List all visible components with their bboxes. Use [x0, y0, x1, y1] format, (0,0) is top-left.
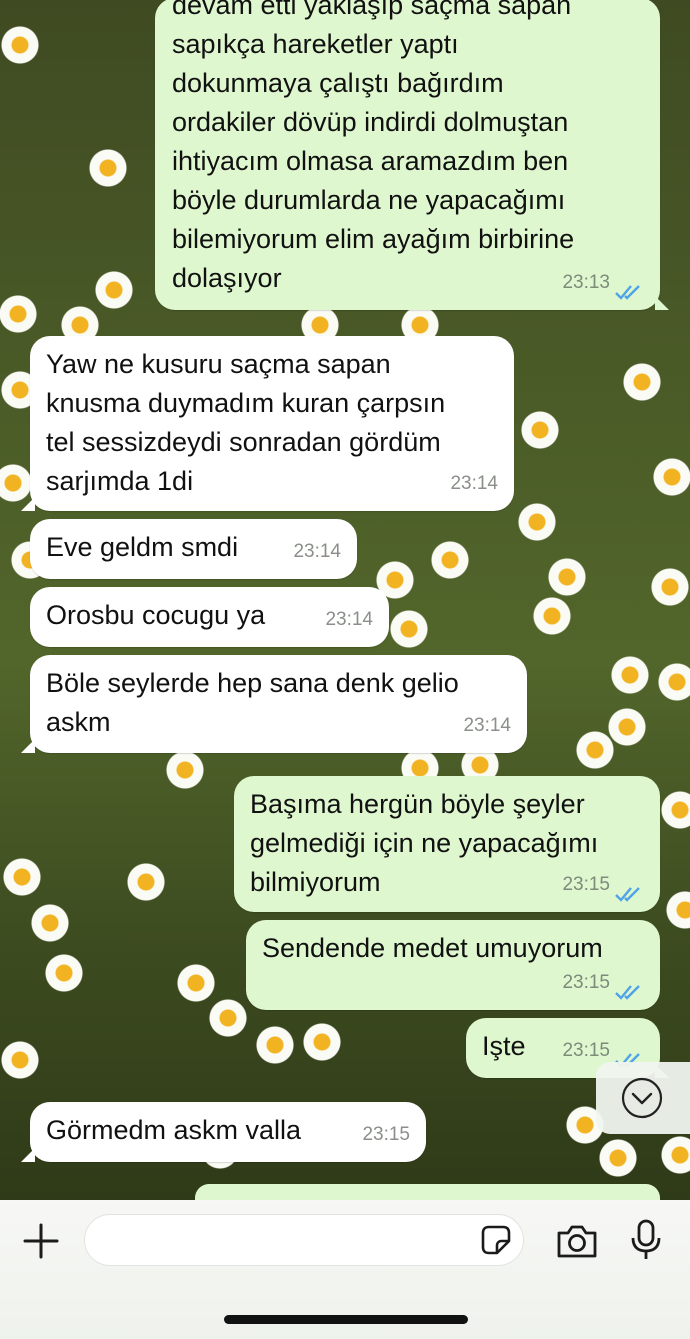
message-time: 23:13: [562, 272, 610, 293]
read-ticks-icon: [615, 285, 640, 300]
message-time: 23:15: [562, 874, 610, 895]
message-time: 23:14: [450, 473, 498, 494]
message-bubble-incoming[interactable]: Böle seylerde hep sana denk gelio askm 2…: [21, 655, 527, 753]
message-text: devam etti yaklaşıp saçma sapan sapıkça …: [172, 0, 575, 293]
message-bubble-incoming[interactable]: Orosbu cocugu ya 23:14: [30, 587, 389, 647]
message-time: 23:14: [325, 609, 373, 630]
message-time: 23:15: [362, 1124, 410, 1145]
message-text: Yaw ne kusuru saçma sapan knusma duymadı…: [46, 349, 446, 496]
message-bubble-incoming[interactable]: Eve geldm smdi 23:14: [30, 519, 357, 579]
message-bubble-outgoing[interactable]: devam etti yaklaşıp saçma sapan sapıkça …: [155, 0, 669, 310]
read-ticks-icon: [615, 887, 640, 902]
message-time: 23:14: [463, 715, 511, 736]
read-ticks-icon: [615, 985, 640, 1000]
message-text: Orosbu cocugu ya: [46, 600, 266, 630]
home-indicator: [224, 1315, 468, 1324]
message-bubble-incoming[interactable]: Görmedm askm valla 23:15: [21, 1102, 426, 1162]
scroll-to-bottom-button[interactable]: [596, 1062, 690, 1134]
message-input[interactable]: [84, 1214, 524, 1266]
message-time: 23:15: [562, 972, 610, 993]
message-bubble-outgoing[interactable]: Başıma hergün böyle şeyler gelmediği içi…: [234, 776, 660, 912]
microphone-icon[interactable]: [629, 1218, 663, 1262]
message-time: 23:14: [293, 541, 341, 562]
sticker-icon[interactable]: [479, 1223, 513, 1257]
message-text: Böle seylerde hep sana denk gelio askm: [46, 668, 459, 737]
chevron-down-circle-icon: [621, 1077, 663, 1119]
message-text: Görmedm askm valla: [46, 1115, 302, 1145]
plus-icon[interactable]: [21, 1221, 61, 1261]
message-bubble-outgoing[interactable]: Sendende medet umuyorum 23:15: [246, 920, 660, 1010]
camera-icon[interactable]: [555, 1221, 599, 1261]
message-bubble-incoming[interactable]: Yaw ne kusuru saçma sapan knusma duymadı…: [21, 336, 514, 511]
